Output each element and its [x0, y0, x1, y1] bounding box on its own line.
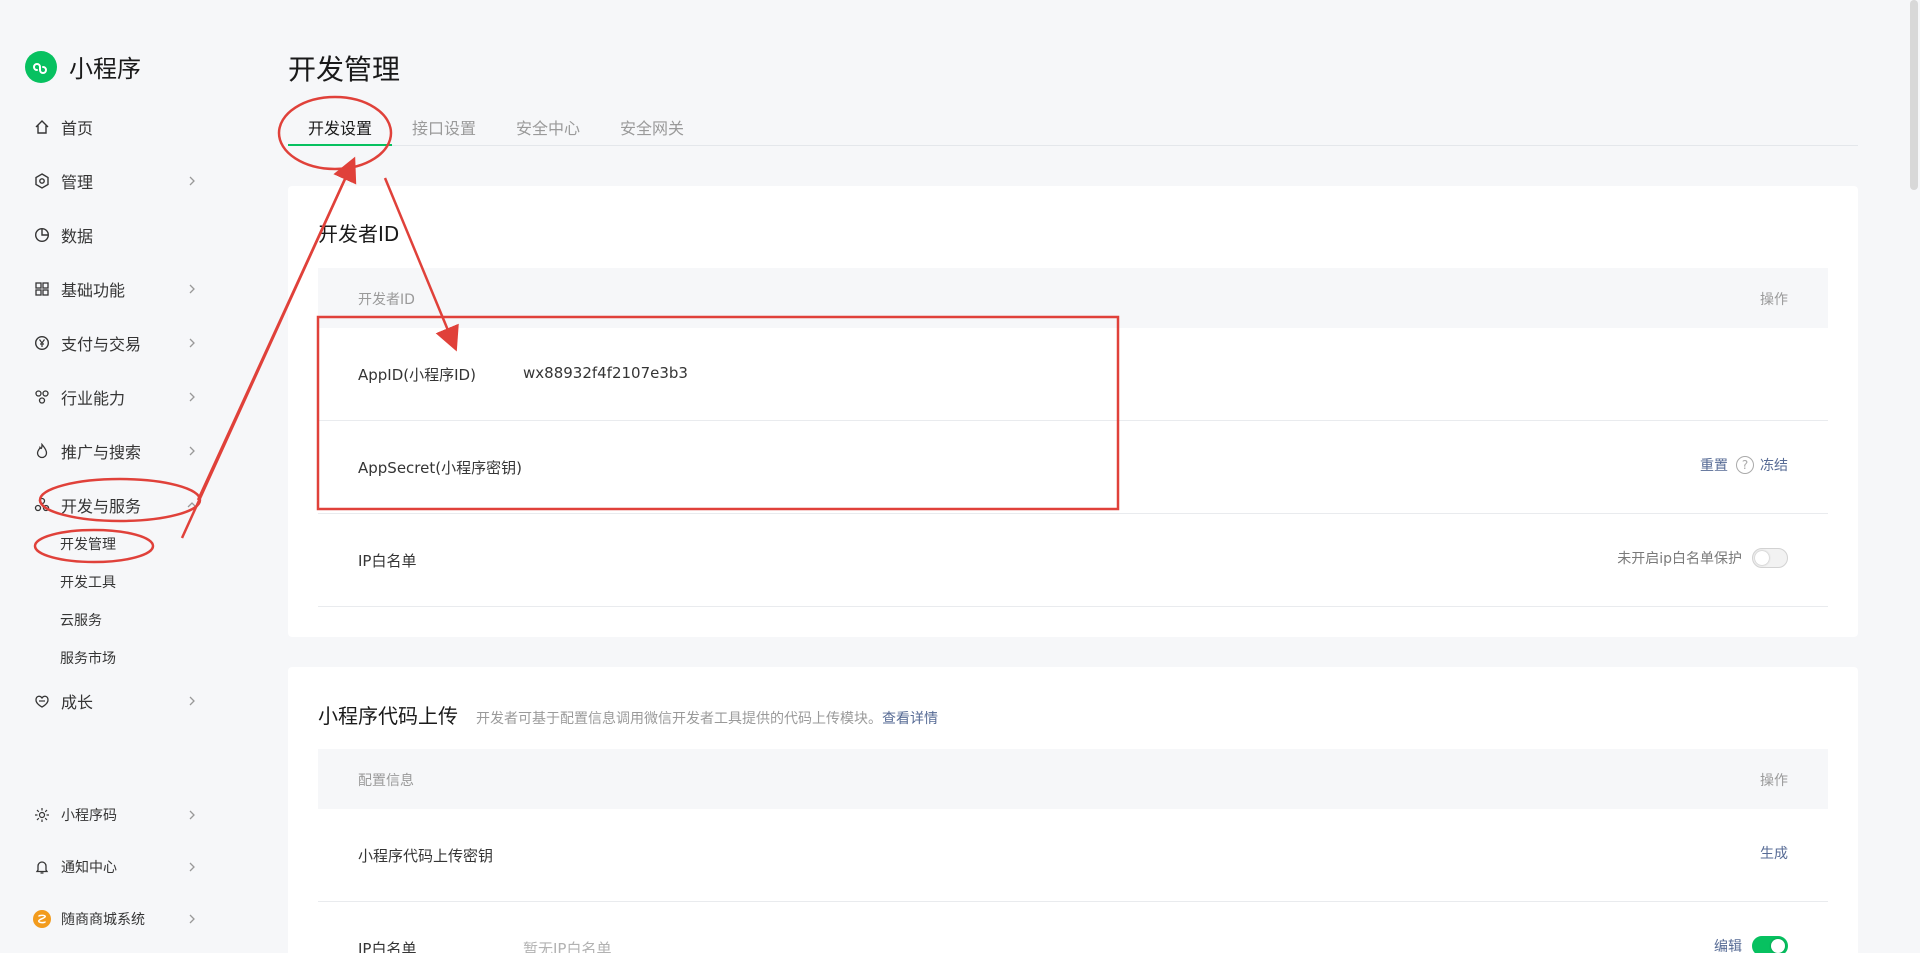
header-left: 配置信息 — [358, 773, 414, 789]
sidebar-item-label: 随商商城系统 — [61, 912, 145, 928]
table-row-upload-key: 小程序代码上传密钥 生成 — [318, 809, 1828, 902]
sidebar-item-home[interactable]: 首页 — [33, 112, 198, 142]
sun-icon — [33, 806, 51, 824]
sidebar-item-label: 行业能力 — [61, 389, 126, 408]
sidebar-item-label: 成长 — [61, 693, 94, 712]
sidebar-item-label: 基础功能 — [61, 281, 126, 300]
app-avatar-icon — [33, 910, 51, 928]
row-key: AppSecret(小程序密钥) — [358, 459, 522, 477]
chart-icon — [33, 226, 51, 244]
sidebar-item-basic[interactable]: 基础功能 — [33, 274, 198, 304]
help-icon[interactable]: ? — [1736, 456, 1754, 474]
developer-id-card: 开发者ID 开发者ID 操作 AppID(小程序ID) wx88932f4f21… — [288, 186, 1858, 637]
chevron-right-icon — [189, 446, 195, 456]
row-key: AppID(小程序ID) — [358, 366, 476, 384]
growth-icon — [33, 692, 51, 710]
sidebar-subitem-dev-tools[interactable]: 开发工具 — [60, 572, 116, 594]
sidebar-item-payment[interactable]: 支付与交易 — [33, 328, 198, 358]
sidebar-item-growth[interactable]: 成长 — [33, 686, 198, 716]
scrollbar-thumb[interactable] — [1910, 0, 1918, 190]
chevron-right-icon — [189, 284, 195, 294]
sidebar-item-account[interactable]: 随商商城系统 — [33, 904, 198, 934]
ip-whitelist-toggle[interactable] — [1752, 548, 1788, 568]
sidebar-item-label: 支付与交易 — [61, 335, 142, 354]
bell-icon — [33, 858, 51, 876]
chevron-up-icon — [187, 502, 197, 508]
chevron-right-icon — [189, 914, 195, 924]
upload-ip-toggle[interactable] — [1752, 936, 1788, 953]
sidebar-item-label: 管理 — [61, 173, 94, 192]
table-row-appsecret: AppSecret(小程序密钥) 重置 ? 冻结 — [318, 421, 1828, 514]
table-row-upload-ip: IP白名单 暂无IP白名单 编辑 — [318, 902, 1828, 953]
grid-icon — [33, 280, 51, 298]
chevron-right-icon — [189, 338, 195, 348]
header-left: 开发者ID — [358, 292, 415, 308]
chevron-right-icon — [189, 862, 195, 872]
sidebar: 小程序 首页 管理 数据 基础功能 支付与交易 行业能力 推广与搜索 开发与服务… — [0, 0, 232, 953]
sidebar-item-label: 首页 — [61, 119, 94, 138]
sidebar-item-label: 开发与服务 — [61, 497, 142, 516]
table-header: 开发者ID 操作 — [318, 268, 1828, 328]
card-title: 小程序代码上传 — [318, 704, 458, 728]
appid-value[interactable]: wx88932f4f2107e3b3 — [523, 364, 688, 382]
edit-button[interactable]: 编辑 — [1714, 936, 1742, 953]
note-text: 开发者可基于配置信息调用微信开发者工具提供的代码上传模块。 — [476, 711, 882, 727]
sidebar-item-label: 小程序码 — [61, 808, 117, 824]
tab-security-gateway[interactable]: 安全网关 — [620, 115, 684, 146]
row-value: 暂无IP白名单 — [523, 940, 612, 953]
sidebar-item-dev-service[interactable]: 开发与服务 — [33, 490, 198, 520]
freeze-button[interactable]: 冻结 — [1760, 455, 1788, 475]
sidebar-item-notify[interactable]: 通知中心 — [33, 852, 198, 882]
sidebar-item-data[interactable]: 数据 — [33, 220, 198, 250]
row-ops: 未开启ip白名单保护 — [1617, 548, 1788, 568]
sidebar-subitem-market[interactable]: 服务市场 — [60, 648, 116, 670]
header-right: 操作 — [1760, 292, 1788, 308]
sidebar-subitem-dev-manage[interactable]: 开发管理 — [60, 534, 116, 556]
row-ops: 编辑 — [1714, 936, 1788, 953]
sidebar-item-qrcode[interactable]: 小程序码 — [33, 800, 198, 830]
page-title: 开发管理 — [288, 53, 401, 86]
fire-icon — [33, 442, 51, 460]
tab-api-settings[interactable]: 接口设置 — [412, 115, 476, 146]
brand-name: 小程序 — [69, 55, 141, 83]
table-row-appid: AppID(小程序ID) wx88932f4f2107e3b3 — [318, 328, 1828, 421]
code-upload-card: 小程序代码上传 开发者可基于配置信息调用微信开发者工具提供的代码上传模块。查看详情… — [288, 667, 1858, 953]
header-right: 操作 — [1760, 773, 1788, 789]
dev-icon — [33, 496, 51, 514]
sidebar-item-promotion[interactable]: 推广与搜索 — [33, 436, 198, 466]
row-key: 小程序代码上传密钥 — [358, 847, 494, 865]
chevron-right-icon — [189, 176, 195, 186]
sidebar-item-label: 推广与搜索 — [61, 443, 142, 462]
chevron-right-icon — [189, 810, 195, 820]
ip-protection-status: 未开启ip白名单保护 — [1617, 551, 1742, 567]
tab-bar: 开发设置 接口设置 安全中心 安全网关 — [287, 110, 1858, 146]
sidebar-subitem-cloud[interactable]: 云服务 — [60, 610, 102, 632]
row-key: IP白名单 — [358, 940, 417, 953]
chevron-right-icon — [189, 392, 195, 402]
brand[interactable]: 小程序 — [25, 49, 141, 84]
sidebar-item-industry[interactable]: 行业能力 — [33, 382, 198, 412]
home-icon — [33, 118, 51, 136]
mini-program-logo-icon — [25, 50, 57, 83]
row-ops: 生成 — [1760, 843, 1788, 863]
nodes-icon — [33, 388, 51, 406]
card-title-line: 小程序代码上传 开发者可基于配置信息调用微信开发者工具提供的代码上传模块。查看详情 — [318, 700, 938, 729]
settings-icon — [33, 172, 51, 190]
row-ops: 重置 ? 冻结 — [1700, 455, 1788, 475]
card-title: 开发者ID — [318, 222, 400, 246]
table-header: 配置信息 操作 — [318, 749, 1828, 809]
sidebar-item-manage[interactable]: 管理 — [33, 166, 198, 196]
generate-button[interactable]: 生成 — [1760, 843, 1788, 863]
reset-button[interactable]: 重置 — [1700, 455, 1728, 475]
row-key: IP白名单 — [358, 552, 417, 570]
card-note: 开发者可基于配置信息调用微信开发者工具提供的代码上传模块。查看详情 — [476, 711, 938, 727]
table-row-ip-whitelist: IP白名单 未开启ip白名单保护 — [318, 514, 1828, 607]
view-details-link[interactable]: 查看详情 — [882, 711, 938, 727]
sidebar-item-label: 通知中心 — [61, 860, 117, 876]
sidebar-item-label: 数据 — [61, 227, 94, 246]
yen-icon — [33, 334, 51, 352]
tab-dev-settings[interactable]: 开发设置 — [287, 115, 393, 146]
tab-security-center[interactable]: 安全中心 — [516, 115, 580, 146]
chevron-right-icon — [189, 696, 195, 706]
